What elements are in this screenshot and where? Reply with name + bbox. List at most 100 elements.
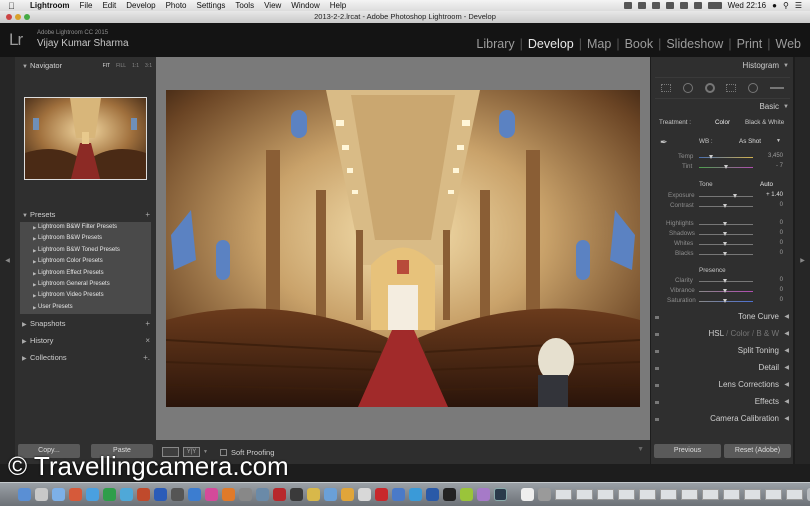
minimized-window[interactable] [744,489,761,500]
photos-icon[interactable] [205,488,218,501]
shadows-slider[interactable] [699,232,753,236]
graduated-filter-icon[interactable] [726,84,737,92]
slider-knob[interactable] [723,232,727,236]
wifi-icon[interactable] [679,2,688,9]
module-map[interactable]: Map [584,37,614,51]
android-icon[interactable] [460,488,473,501]
crop-tool-icon[interactable] [660,84,671,92]
status-icon[interactable] [623,2,632,9]
word-icon[interactable] [154,488,167,501]
notes-icon[interactable] [307,488,320,501]
document-icon[interactable] [521,488,534,501]
chrome-icon[interactable] [341,488,354,501]
launchpad-icon[interactable] [35,488,48,501]
menu-file[interactable]: File [80,1,93,10]
pdf-icon[interactable] [375,488,388,501]
panel-switch-icon[interactable] [655,384,659,387]
basic-header[interactable]: Basic ▼ [651,101,793,113]
tint-slider[interactable] [699,165,753,169]
slider-knob[interactable] [709,155,713,159]
bluetooth-icon[interactable] [665,2,674,9]
network-icon[interactable] [392,488,405,501]
left-panel-toggle[interactable]: ◀ [0,57,15,464]
previous-button[interactable]: Previous [654,444,721,458]
zoom-1-1[interactable]: 1:1 [132,60,139,72]
messages-icon[interactable] [86,488,99,501]
minimized-window[interactable] [618,489,635,500]
zoom-fill[interactable]: FILL [116,60,126,72]
preview-icon[interactable] [256,488,269,501]
tint-value[interactable]: - 7 [776,163,783,169]
split-toning-header[interactable]: Split Toning ◀ [651,345,793,357]
preset-folder[interactable]: ▶ User Presets [20,302,151,313]
itunes-app-icon[interactable] [477,488,490,501]
reset-button[interactable]: Reset (Adobe) [724,444,791,458]
preset-folder[interactable]: ▶ Lightroom Video Presets [20,290,151,301]
exposure-value[interactable]: + 1.40 [766,192,783,198]
color-label[interactable]: Color [731,329,750,338]
snapshots-header[interactable]: ▶ Snapshots + [15,318,156,330]
treatment-color-button[interactable]: Color [715,119,730,126]
blacks-value[interactable]: 0 [780,250,783,256]
image-canvas[interactable] [156,57,650,440]
spotlight-icon[interactable]: ⚲ [783,1,789,10]
menu-clock[interactable]: Wed 22:16 [728,1,767,10]
highlights-slider[interactable] [699,222,753,226]
slider-knob[interactable] [723,299,727,303]
menu-tools[interactable]: Tools [235,1,254,10]
finder-icon[interactable] [18,488,31,501]
menu-settings[interactable]: Settings [197,1,226,10]
whites-value[interactable]: 0 [780,240,783,246]
module-library[interactable]: Library [473,37,517,51]
toolbar-menu-icon[interactable]: ▼ [637,446,644,453]
history-header[interactable]: ▶ History × [15,335,156,347]
module-slideshow[interactable]: Slideshow [663,37,726,51]
menu-view[interactable]: View [264,1,281,10]
preset-folder[interactable]: ▶ Lightroom B&W Presets [20,233,151,244]
clarity-value[interactable]: 0 [780,277,783,283]
lens-corrections-header[interactable]: Lens Corrections ◀ [651,379,793,391]
folder-icon[interactable] [324,488,337,501]
panel-switch-icon[interactable] [655,367,659,370]
help-icon[interactable] [538,488,551,501]
slider-knob[interactable] [723,242,727,246]
panel-switch-icon[interactable] [655,333,659,336]
vibrance-slider[interactable] [699,289,753,293]
white-balance-eyedropper-icon[interactable]: ✒ [660,137,668,148]
textedit-icon[interactable] [358,488,371,501]
preset-folder[interactable]: ▶ Lightroom B&W Toned Presets [20,245,151,256]
lightroom-dock-icon[interactable] [494,488,507,501]
add-preset-button[interactable]: + [145,209,150,221]
effects-header[interactable]: Effects ◀ [651,396,793,408]
minimized-window[interactable] [723,489,740,500]
battery-icon[interactable] [707,2,722,9]
radial-filter-icon[interactable] [748,83,759,93]
wb-select[interactable]: As Shot [739,138,761,145]
panel-switch-icon[interactable] [655,401,659,404]
auto-tone-button[interactable]: Auto [760,181,773,188]
navigator-header[interactable]: ▼ Navigator FIT FILL 1:1 3:1 [15,60,156,72]
slider-knob[interactable] [724,165,728,169]
tone-curve-header[interactable]: Tone Curve ◀ [651,311,793,323]
clarity-slider[interactable] [699,279,753,283]
slider-knob[interactable] [723,289,727,293]
navigator-preview[interactable] [24,97,147,180]
presets-header[interactable]: ▼ Presets + [15,209,156,221]
blacks-slider[interactable] [699,252,753,256]
preferences-icon[interactable] [239,488,252,501]
chevron-down-icon[interactable]: ▼ [776,138,781,144]
minimize-window-icon[interactable] [15,14,21,20]
powerpoint-icon[interactable] [137,488,150,501]
menu-help[interactable]: Help [330,1,346,10]
red-eye-icon[interactable] [704,83,715,93]
minimized-window[interactable] [702,489,719,500]
vlc-icon[interactable] [222,488,235,501]
minimized-window[interactable] [681,489,698,500]
calendar-icon[interactable] [69,488,82,501]
saturation-slider[interactable] [699,299,753,303]
camera-calibration-header[interactable]: Camera Calibration ◀ [651,413,793,425]
safari-icon[interactable] [120,488,133,501]
skype-icon[interactable] [409,488,422,501]
panel-switch-icon[interactable] [655,418,659,421]
contrast-value[interactable]: 0 [780,202,783,208]
